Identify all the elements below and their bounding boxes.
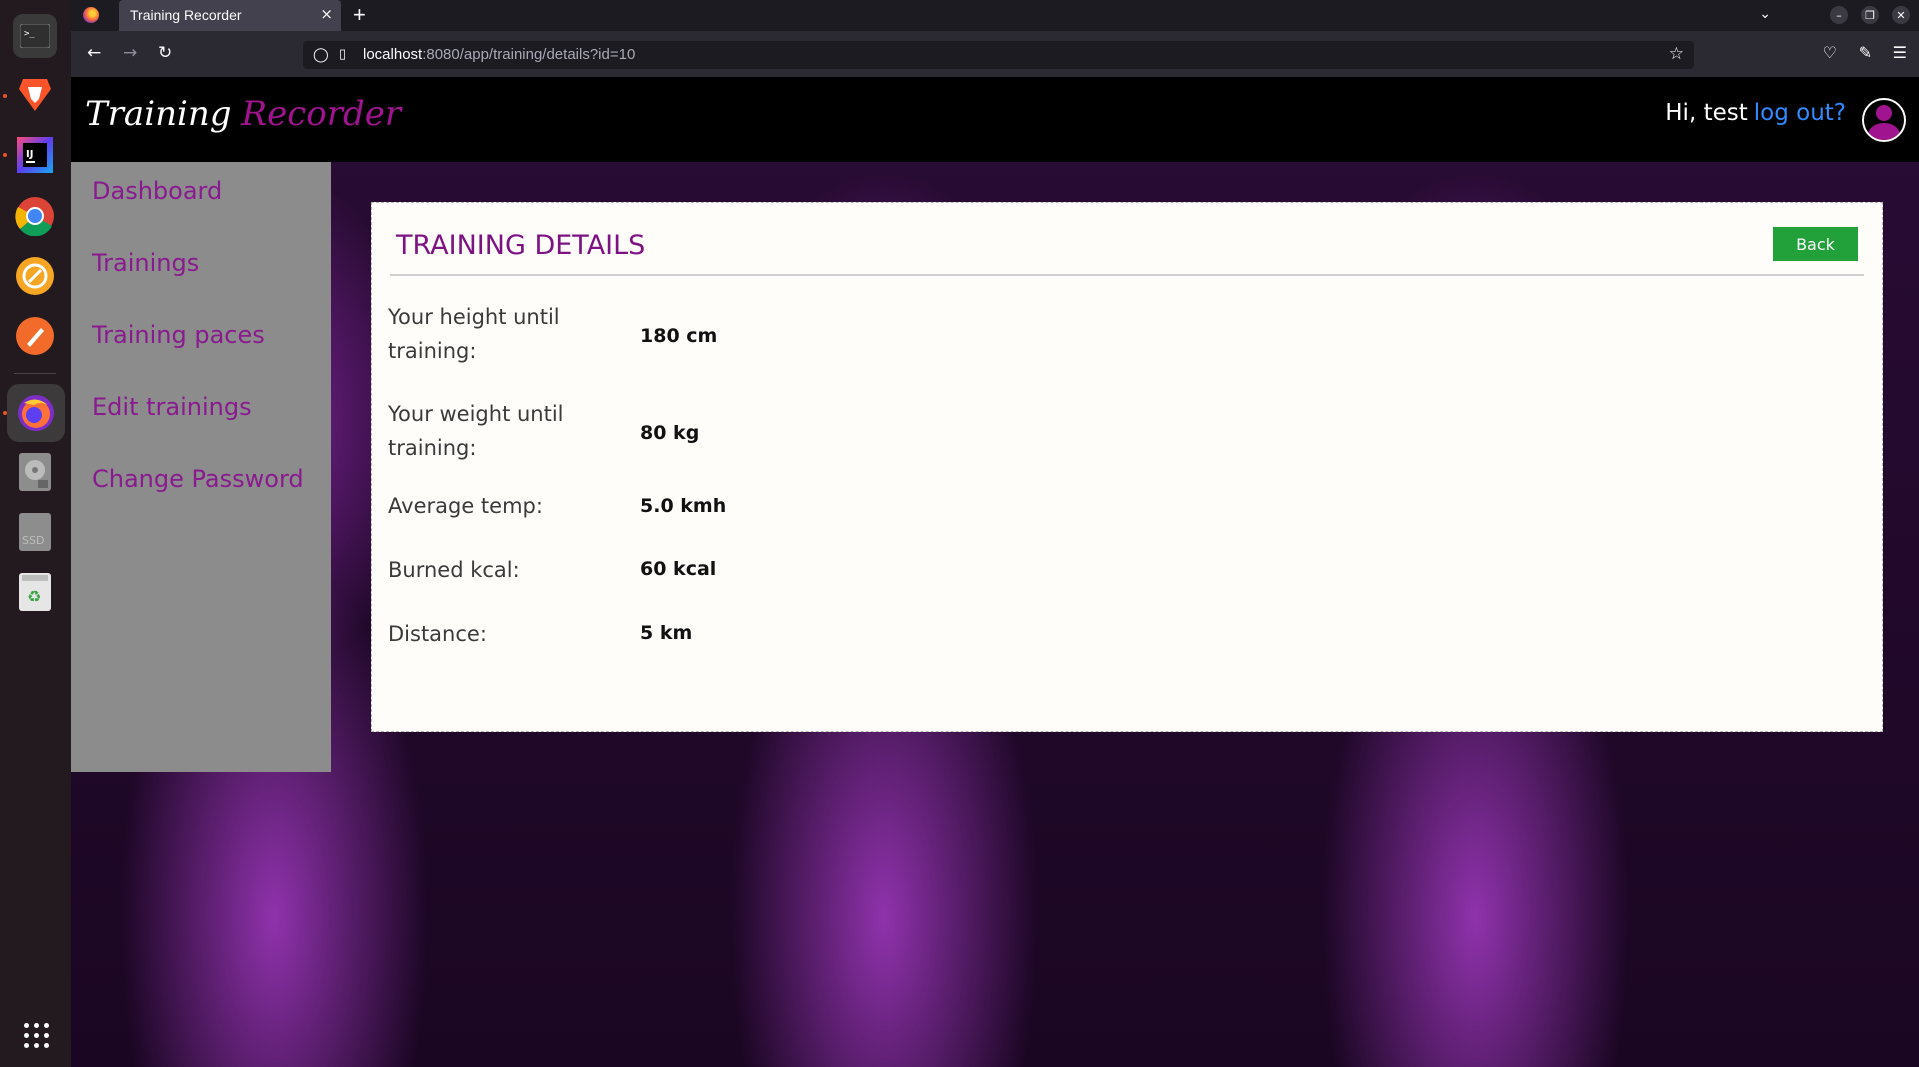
average-temp-label: Average temp: (388, 494, 543, 518)
distance-value: 5 km (640, 622, 693, 644)
page-info-icon[interactable]: ▯ (339, 46, 346, 62)
height-label: Your height until training: (388, 305, 560, 363)
url-text[interactable]: localhost:8080/app/training/details?id=1… (363, 46, 635, 63)
terminal-icon[interactable]: >_ (13, 14, 57, 58)
sidebar-item-change-password[interactable]: Change Password (92, 465, 304, 493)
apps-grid-icon[interactable] (24, 1023, 50, 1049)
tab-title: Training Recorder (130, 7, 242, 23)
extensions-icon[interactable]: ✎ (1859, 43, 1872, 62)
sidebar: Dashboard Trainings Training paces Edit … (71, 162, 331, 772)
postman-icon[interactable] (13, 254, 57, 298)
trash-icon[interactable]: ♻ (13, 570, 57, 614)
reload-icon[interactable]: ↻ (158, 43, 172, 63)
sidebar-item-edit-trainings[interactable]: Edit trainings (92, 393, 252, 421)
svg-text:♻: ♻ (27, 587, 41, 606)
pocket-icon[interactable]: ♡ (1823, 43, 1837, 62)
page-background: Training Recorder Hi, test log out? Dashbo… (71, 77, 1919, 1067)
minimize-button[interactable]: – (1830, 6, 1848, 24)
browser-tabbar: Training Recorder × + ⌄ – ❐ ✕ (71, 0, 1919, 31)
sidebar-item-training-paces[interactable]: Training paces (92, 321, 265, 349)
svg-text:IJ: IJ (26, 149, 33, 160)
burned-kcal-value: 60 kcal (640, 558, 717, 580)
svg-text:SSD: SSD (22, 534, 44, 547)
browser-navbar: ← → ↻ ◯ ▯ localhost:8080/app/training/de… (71, 31, 1919, 77)
close-tab-icon[interactable]: × (320, 5, 333, 23)
site-header: Training Recorder Hi, test log out? (71, 77, 1919, 162)
sidebar-item-trainings[interactable]: Trainings (92, 249, 199, 277)
firefox-menu-icon[interactable] (83, 7, 99, 23)
burned-kcal-label: Burned kcal: (388, 558, 520, 582)
close-window-button[interactable]: ✕ (1892, 6, 1910, 24)
back-button[interactable]: Back (1773, 227, 1858, 261)
sidebar-item-dashboard[interactable]: Dashboard (92, 177, 222, 205)
logout-link[interactable]: log out? (1754, 100, 1846, 126)
new-tab-button[interactable]: + (353, 2, 366, 28)
back-arrow-icon[interactable]: ← (87, 43, 101, 63)
ubuntu-dock: >_ IJ SSD ♻ (0, 0, 72, 1067)
user-greeting: Hi, test log out? (1665, 100, 1846, 126)
ssd-icon[interactable]: SSD (13, 510, 57, 554)
shield-icon[interactable]: ◯ (313, 46, 329, 63)
svg-text:>_: >_ (24, 29, 35, 39)
site-logo[interactable]: Training Recorder (85, 94, 401, 134)
intellij-icon[interactable]: IJ (13, 133, 57, 177)
weight-label: Your weight until training: (388, 402, 564, 460)
distance-label: Distance: (388, 622, 487, 646)
chevron-down-icon[interactable]: ⌄ (1759, 6, 1771, 22)
pen-tool-icon[interactable] (13, 314, 57, 358)
forward-arrow-icon[interactable]: → (123, 43, 137, 63)
hamburger-menu-icon[interactable]: ☰ (1893, 43, 1907, 62)
bookmark-star-icon[interactable]: ☆ (1669, 44, 1684, 64)
page-title: TRAINING DETAILS (396, 230, 646, 261)
weight-value: 80 kg (640, 422, 700, 444)
disk-icon[interactable] (13, 450, 57, 494)
height-value: 180 cm (640, 325, 718, 347)
title-divider (390, 274, 1864, 276)
training-details-card: TRAINING DETAILS Back Your height until … (371, 202, 1883, 732)
chrome-icon[interactable] (13, 194, 57, 238)
browser-tab[interactable]: Training Recorder × (119, 0, 341, 31)
restore-button[interactable]: ❐ (1861, 6, 1879, 24)
brave-icon[interactable] (13, 72, 57, 116)
average-temp-value: 5.0 kmh (640, 495, 727, 517)
url-bar[interactable]: ◯ ▯ localhost:8080/app/training/details?… (303, 41, 1694, 69)
firefox-icon[interactable] (7, 384, 65, 442)
avatar[interactable] (1862, 98, 1906, 142)
greeting-text: Hi, test (1665, 100, 1748, 126)
